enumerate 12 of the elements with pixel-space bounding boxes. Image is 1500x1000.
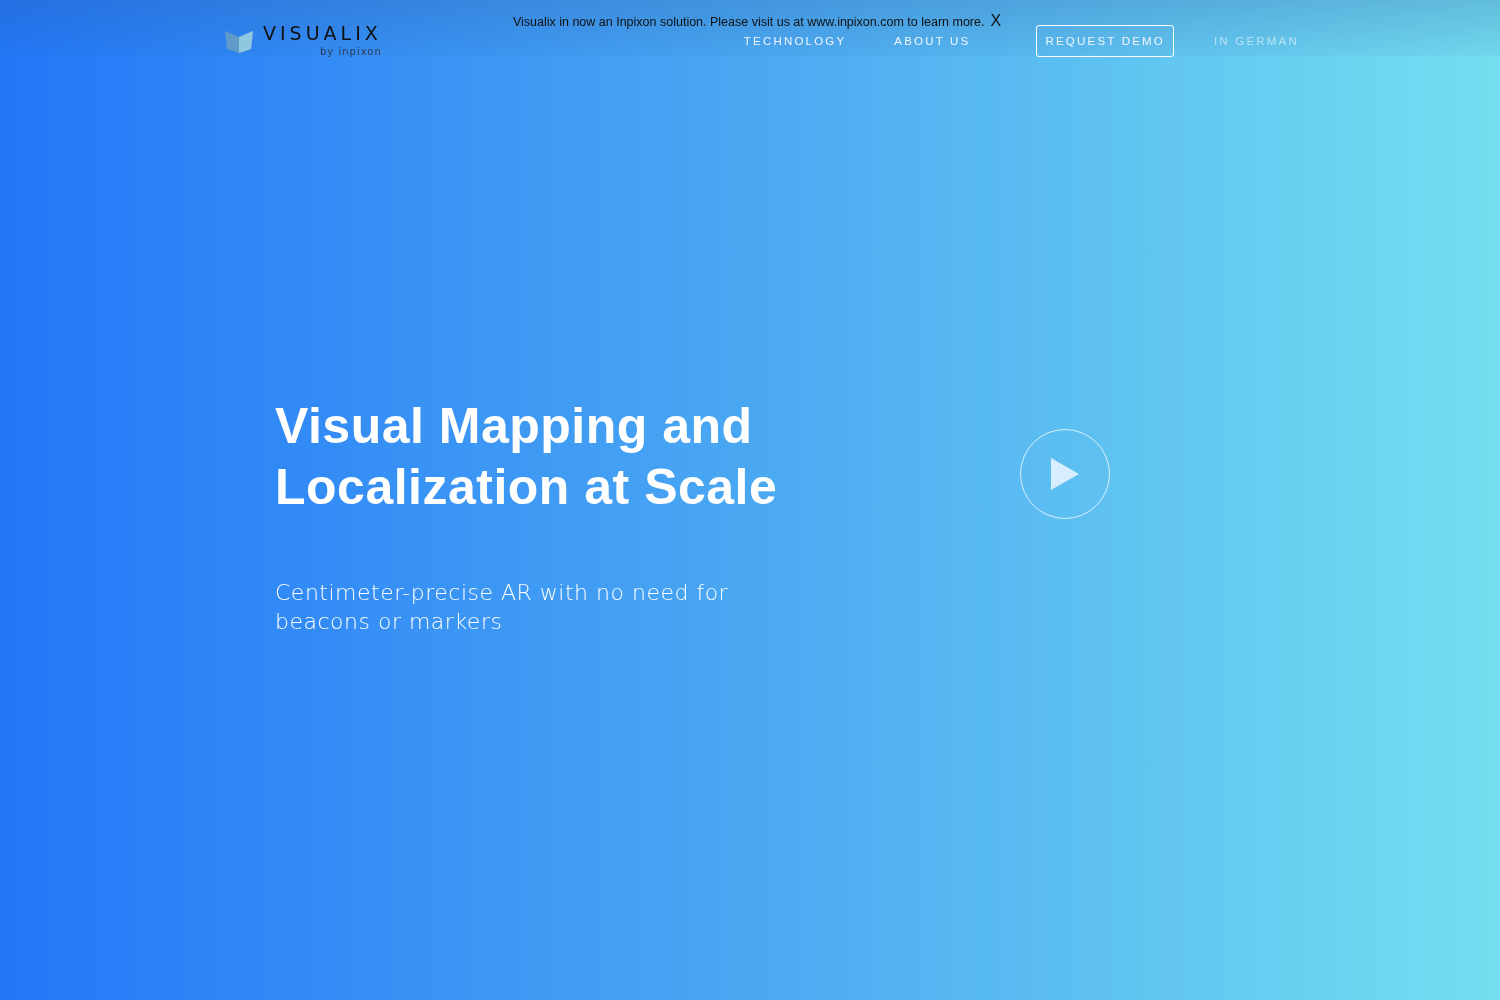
hero-title: Visual Mapping and Localization at Scale: [275, 397, 779, 517]
play-icon: [1051, 457, 1079, 490]
hero-subtitle: Centimeter-precise AR with no need for beacons or markers: [275, 579, 730, 636]
nav-link[interactable]: ABOUT US: [894, 34, 971, 47]
announcement-text: Visualix in now an Inpixon solution. Please visit us at www.inpixon.com to learn more.: [512, 15, 985, 29]
logo-icon: [225, 28, 253, 53]
nav-link[interactable]: IN GERMAN: [1213, 34, 1299, 47]
logo-tagline: by inpixon: [320, 46, 382, 57]
request-demo-button[interactable]: REQUEST DEMO: [1036, 24, 1174, 57]
close-button[interactable]: X: [990, 12, 1002, 30]
logo-wordmark[interactable]: VISUALIX: [263, 24, 382, 43]
nav-link[interactable]: TECHNOLOGY: [743, 34, 847, 47]
